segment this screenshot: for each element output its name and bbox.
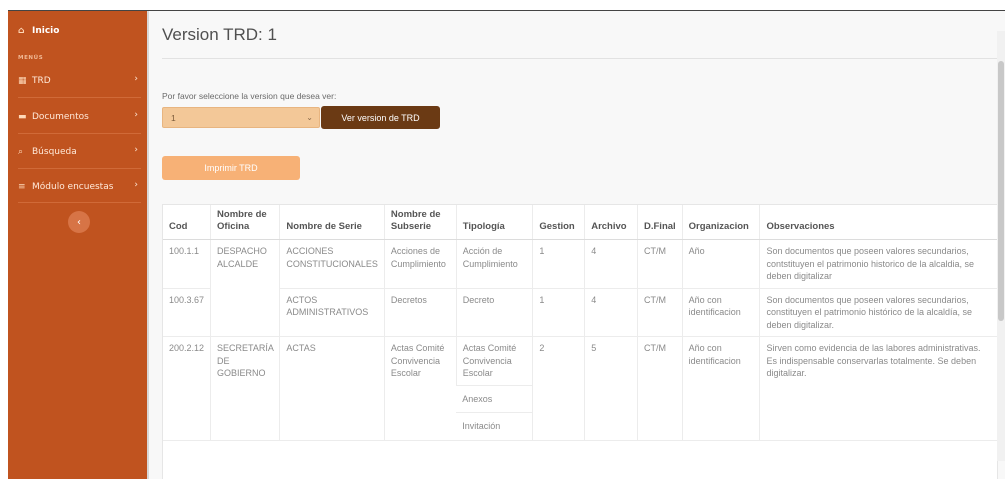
cell-gestion: 1 xyxy=(532,239,585,289)
chevron-right-icon: › xyxy=(134,110,138,120)
table-row: 100.3.67 ACTOS ADMINISTRATIVOS Decretos … xyxy=(163,288,997,337)
column-header: Nombre de Oficina xyxy=(210,205,280,240)
column-header: Cod xyxy=(163,205,211,240)
trd-table: Cod Nombre de Oficina Nombre de Serie No… xyxy=(163,205,997,441)
scrollbar-thumb[interactable] xyxy=(998,61,1004,321)
folder-icon: ▬ xyxy=(18,112,27,122)
cell-organizacion: Año con identificacion xyxy=(681,288,760,337)
divider xyxy=(162,58,998,59)
sidebar-item-label: Inicio xyxy=(32,26,60,36)
cell-archivo: 4 xyxy=(584,239,638,289)
cell-subserie: Decretos xyxy=(383,288,457,337)
sidebar-item-trd[interactable]: ▦ TRD › xyxy=(18,71,142,91)
cell-oficina: SECRETARÍA DE GOBIERNO xyxy=(210,336,280,441)
cell-gestion: 2 xyxy=(532,336,585,441)
column-header: Tipología xyxy=(455,205,533,240)
column-header: Archivo xyxy=(584,205,638,240)
sidebar-section-label: MENÚS xyxy=(18,55,44,61)
cell-cod: 100.3.67 xyxy=(163,288,211,337)
print-trd-button[interactable]: Imprimir TRD xyxy=(162,156,300,180)
cell-oficina xyxy=(210,288,280,337)
chevron-right-icon: › xyxy=(134,180,138,190)
trd-table-card: Cod Nombre de Oficina Nombre de Serie No… xyxy=(162,204,998,479)
column-header: Observaciones xyxy=(759,205,997,240)
table-row: 100.1.1 DESPACHO ALCALDE ACCIONES CONSTI… xyxy=(163,239,997,289)
cell-dfinal: CT/M xyxy=(637,239,683,289)
cell-tipologia: Actas Comité Convivencia Escolar xyxy=(455,336,533,386)
top-edge xyxy=(0,0,1005,10)
column-header: Gestion xyxy=(532,205,585,240)
sidebar-item-modulo-encuestas[interactable]: ≡ Módulo encuestas › xyxy=(18,177,142,197)
cell-serie: ACTOS ADMINISTRATIVOS xyxy=(279,288,385,337)
cell-cod: 100.1.1 xyxy=(163,239,211,289)
cell-serie: ACTAS xyxy=(279,336,385,441)
column-header: Nombre de Serie xyxy=(279,205,385,240)
cell-serie: ACCIONES CONSTITUCIONALES xyxy=(279,239,385,289)
version-prompt: Por favor seleccione la version que dese… xyxy=(162,91,337,101)
cell-subserie: Acciones de Cumplimiento xyxy=(383,239,457,289)
sidebar-item-busqueda[interactable]: ⌕ Búsqueda › xyxy=(18,142,142,162)
ver-version-button[interactable]: Ver version de TRD xyxy=(321,106,440,129)
home-icon: ⌂ xyxy=(18,26,25,36)
cell-cod: 200.2.12 xyxy=(163,336,211,441)
chevron-down-icon: ⌄ xyxy=(306,113,313,122)
cell-tipologia: Decreto xyxy=(455,288,533,337)
cell-archivo: 4 xyxy=(584,288,638,337)
divider xyxy=(18,97,141,98)
cell-dfinal: CT/M xyxy=(637,288,683,337)
chevron-left-icon: ‹ xyxy=(77,216,81,228)
cell-tipologia: Anexos xyxy=(456,385,533,413)
cell-tipologia: Acción de Cumplimiento xyxy=(455,239,533,289)
table-row: 200.2.12 SECRETARÍA DE GOBIERNO ACTAS Ac… xyxy=(163,336,997,441)
version-select[interactable]: 1 ⌄ xyxy=(162,107,320,128)
column-header: Nombre de Subserie xyxy=(383,205,457,240)
sidebar-item-label: Documentos xyxy=(32,112,89,122)
cell-gestion: 1 xyxy=(532,288,585,337)
sidebar: ⌂ Inicio MENÚS ▦ TRD › ▬ Documentos › ⌕ … xyxy=(8,11,149,479)
cell-subserie: Actas Comité Convivencia Escolar xyxy=(383,336,457,441)
cell-oficina: DESPACHO ALCALDE xyxy=(210,239,280,288)
cell-organizacion: Año xyxy=(681,239,760,289)
chevron-right-icon: › xyxy=(134,145,138,155)
divider xyxy=(18,133,141,134)
cell-archivo: 5 xyxy=(584,336,638,441)
chevron-right-icon: › xyxy=(134,74,138,84)
app-window: ⌂ Inicio MENÚS ▦ TRD › ▬ Documentos › ⌕ … xyxy=(8,10,1005,479)
search-icon: ⌕ xyxy=(18,147,24,157)
page-title: Version TRD: 1 xyxy=(162,25,277,44)
sidebar-item-inicio[interactable]: ⌂ Inicio xyxy=(18,21,142,41)
cell-dfinal: CT/M xyxy=(637,336,683,441)
sidebar-item-label: Módulo encuestas xyxy=(32,182,114,192)
divider xyxy=(18,202,141,203)
page-scrollbar[interactable] xyxy=(997,31,1005,461)
main-content: Version TRD: 1 Por favor seleccione la v… xyxy=(151,11,999,479)
cell-organizacion: Año con identificacion xyxy=(681,336,760,441)
sidebar-item-label: Búsqueda xyxy=(32,147,77,157)
list-icon: ≡ xyxy=(18,182,26,192)
divider xyxy=(18,168,141,169)
cell-observaciones: Son documentos que poseen valores secund… xyxy=(759,288,997,337)
column-header: Organizacion xyxy=(681,205,760,240)
sidebar-collapse-button[interactable]: ‹ xyxy=(68,211,90,233)
table-header-row: Cod Nombre de Oficina Nombre de Serie No… xyxy=(163,205,997,240)
cell-observaciones: Sirven como evidencia de las labores adm… xyxy=(759,336,997,441)
sidebar-item-label: TRD xyxy=(32,76,51,86)
column-header: D.Final xyxy=(637,205,683,240)
table-icon: ▦ xyxy=(18,76,27,86)
cell-tipologia: Invitación xyxy=(456,412,533,441)
cell-observaciones: Son documentos que poseen valores secund… xyxy=(759,239,997,289)
version-select-value: 1 xyxy=(171,113,176,123)
sidebar-item-documentos[interactable]: ▬ Documentos › xyxy=(18,107,142,127)
